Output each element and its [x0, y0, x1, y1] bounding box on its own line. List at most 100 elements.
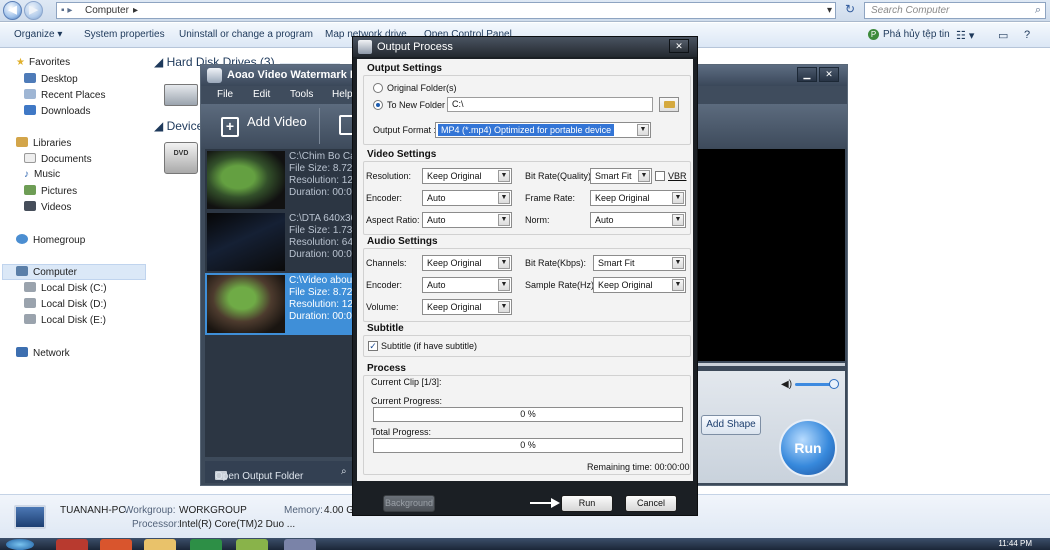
video-bitrate-select[interactable]: Smart Fit ▼ [590, 168, 652, 184]
taskbar-app-icon[interactable] [284, 539, 316, 550]
cancel-button[interactable]: Cancel [625, 495, 677, 512]
nav-network[interactable]: Network [16, 347, 70, 359]
nav-disk-c[interactable]: Local Disk (C:) [24, 282, 107, 294]
refresh-icon[interactable]: ↻ [840, 2, 860, 19]
nav-music[interactable]: ♪ Music [24, 169, 60, 180]
help-icon[interactable]: ? [1024, 29, 1030, 41]
system-properties-button[interactable]: System properties [84, 29, 165, 40]
nav-libraries[interactable]: Libraries [16, 137, 71, 149]
chevron-down-icon[interactable]: ▼ [498, 170, 510, 182]
video-encoder-select[interactable]: Auto ▼ [422, 190, 512, 206]
menu-edit[interactable]: Edit [253, 89, 270, 100]
subtitle-checkbox[interactable]: ✓ [368, 341, 378, 351]
menu-help[interactable]: Help [332, 89, 353, 100]
vbr-label[interactable]: VBR [668, 171, 687, 181]
channels-select[interactable]: Keep Original ▼ [422, 255, 512, 271]
forward-button[interactable]: ▶ [24, 1, 43, 20]
run-button[interactable]: Run [561, 495, 613, 512]
subtitle-checkbox-label[interactable]: Subtitle (if have subtitle) [381, 341, 477, 351]
menu-tools[interactable]: Tools [290, 89, 313, 100]
chevron-down-icon[interactable]: ▼ [637, 124, 649, 136]
chevron-down-icon[interactable]: ▼ [638, 170, 650, 182]
collapse-icon[interactable]: ◢ [154, 55, 167, 69]
minimize-button[interactable]: ▁ [797, 67, 817, 82]
dropdown-icon[interactable]: ▾ [827, 5, 832, 16]
volume-slider-handle[interactable] [829, 379, 839, 389]
chevron-down-icon[interactable]: ▼ [498, 257, 510, 269]
output-format-select[interactable]: MP4 (*.mp4) Optimized for portable devic… [435, 122, 651, 138]
search-input[interactable]: Search Computer ⌕ [864, 2, 1046, 19]
search-icon[interactable]: ⌕ [341, 466, 347, 477]
chevron-down-icon[interactable]: ▼ [498, 214, 510, 226]
dvd-drive-icon[interactable]: DVD [164, 142, 198, 174]
breadcrumb-arrow-icon[interactable]: ▸ [133, 5, 138, 16]
new-folder-radio[interactable] [373, 100, 383, 110]
clip-row-selected[interactable]: C:\Video about File Size: 8.72 M Resolut… [205, 273, 355, 335]
chevron-down-icon[interactable]: ▼ [498, 301, 510, 313]
folder-icon [664, 101, 675, 108]
folder-path-input[interactable]: C:\ [447, 97, 653, 112]
taskbar-folder-icon[interactable] [144, 539, 176, 550]
view-icon[interactable]: ☷ ▾ [956, 29, 974, 42]
volume-icon[interactable]: ◀) [781, 379, 792, 390]
clip-row[interactable]: C:\Chim Bo Cau File Size: 8.72 M Resolut… [205, 149, 355, 211]
start-button[interactable] [6, 539, 34, 550]
close-button[interactable]: ✕ [819, 67, 839, 82]
chevron-down-icon[interactable]: ▼ [672, 257, 684, 269]
pha-huy-button[interactable]: P Phá hủy tệp tin [868, 29, 950, 40]
taskbar-app-icon[interactable] [56, 539, 88, 550]
chevron-down-icon[interactable]: ▼ [672, 192, 684, 204]
chevron-down-icon[interactable]: ▼ [498, 279, 510, 291]
search-icon[interactable]: ⌕ [1035, 4, 1041, 17]
add-shape-button[interactable]: Add Shape [701, 415, 761, 435]
nav-computer[interactable]: Computer [16, 266, 77, 278]
nav-homegroup[interactable]: Homegroup [16, 234, 85, 246]
aspect-ratio-select[interactable]: Auto ▼ [422, 212, 512, 228]
hard-drive-icon[interactable] [164, 84, 198, 106]
taskbar-app-icon[interactable] [100, 539, 132, 550]
frame-rate-select[interactable]: Keep Original ▼ [590, 190, 686, 206]
vbr-checkbox[interactable] [655, 171, 665, 181]
new-folder-label[interactable]: To New Folder [387, 100, 445, 110]
original-folder-label[interactable]: Original Folder(s) [387, 83, 457, 93]
address-field[interactable]: ▪ ▸ Computer ▸ ▾ [56, 2, 836, 19]
seek-bar[interactable] [697, 363, 845, 366]
audio-bitrate-select[interactable]: Smart Fit ▼ [593, 255, 686, 271]
volume-select[interactable]: Keep Original ▼ [422, 299, 512, 315]
dialog-close-button[interactable]: ✕ [669, 39, 689, 53]
nav-videos[interactable]: Videos [24, 201, 71, 213]
original-folder-radio[interactable] [373, 83, 383, 93]
resolution-select[interactable]: Keep Original ▼ [422, 168, 512, 184]
search-placeholder: Search Computer [871, 5, 950, 16]
preview-pane-icon[interactable]: ▭ [998, 29, 1008, 42]
organize-button[interactable]: Organize ▾ [14, 29, 62, 40]
sample-rate-select[interactable]: Keep Original ▼ [593, 277, 686, 293]
audio-encoder-select[interactable]: Auto ▼ [422, 277, 512, 293]
back-button[interactable]: ◀ [3, 1, 22, 20]
nav-pictures[interactable]: Pictures [24, 185, 77, 197]
run-button-large[interactable]: Run [779, 419, 837, 477]
dialog-title-bar[interactable]: Output Process ✕ [353, 37, 697, 57]
chevron-down-icon[interactable]: ▼ [498, 192, 510, 204]
chevron-down-icon[interactable]: ▼ [672, 279, 684, 291]
nav-downloads[interactable]: Downloads [24, 105, 90, 117]
nav-disk-d[interactable]: Local Disk (D:) [24, 298, 107, 310]
background-button[interactable]: Background [383, 495, 435, 512]
taskbar-app-icon[interactable] [190, 539, 222, 550]
taskbar-app-icon[interactable] [236, 539, 268, 550]
norm-select[interactable]: Auto ▼ [590, 212, 686, 228]
breadcrumb[interactable]: Computer [85, 5, 129, 16]
uninstall-button[interactable]: Uninstall or change a program [179, 29, 313, 40]
nav-recent[interactable]: Recent Places [24, 89, 105, 101]
nav-documents[interactable]: Documents [24, 153, 92, 165]
add-video-button[interactable]: + Add Video [221, 114, 307, 137]
nav-favorites[interactable]: ★ Favorites [16, 57, 70, 68]
clip-row[interactable]: C:\DTA 640x36 File Size: 1.73 G Resoluti… [205, 211, 355, 273]
chevron-down-icon[interactable]: ▼ [672, 214, 684, 226]
nav-desktop[interactable]: Desktop [24, 73, 78, 85]
nav-disk-e[interactable]: Local Disk (E:) [24, 314, 106, 326]
clock[interactable]: 11:44 PM [998, 539, 1032, 548]
browse-folder-button[interactable] [659, 97, 679, 112]
collapse-icon[interactable]: ◢ [154, 119, 167, 133]
menu-file[interactable]: File [217, 89, 233, 100]
